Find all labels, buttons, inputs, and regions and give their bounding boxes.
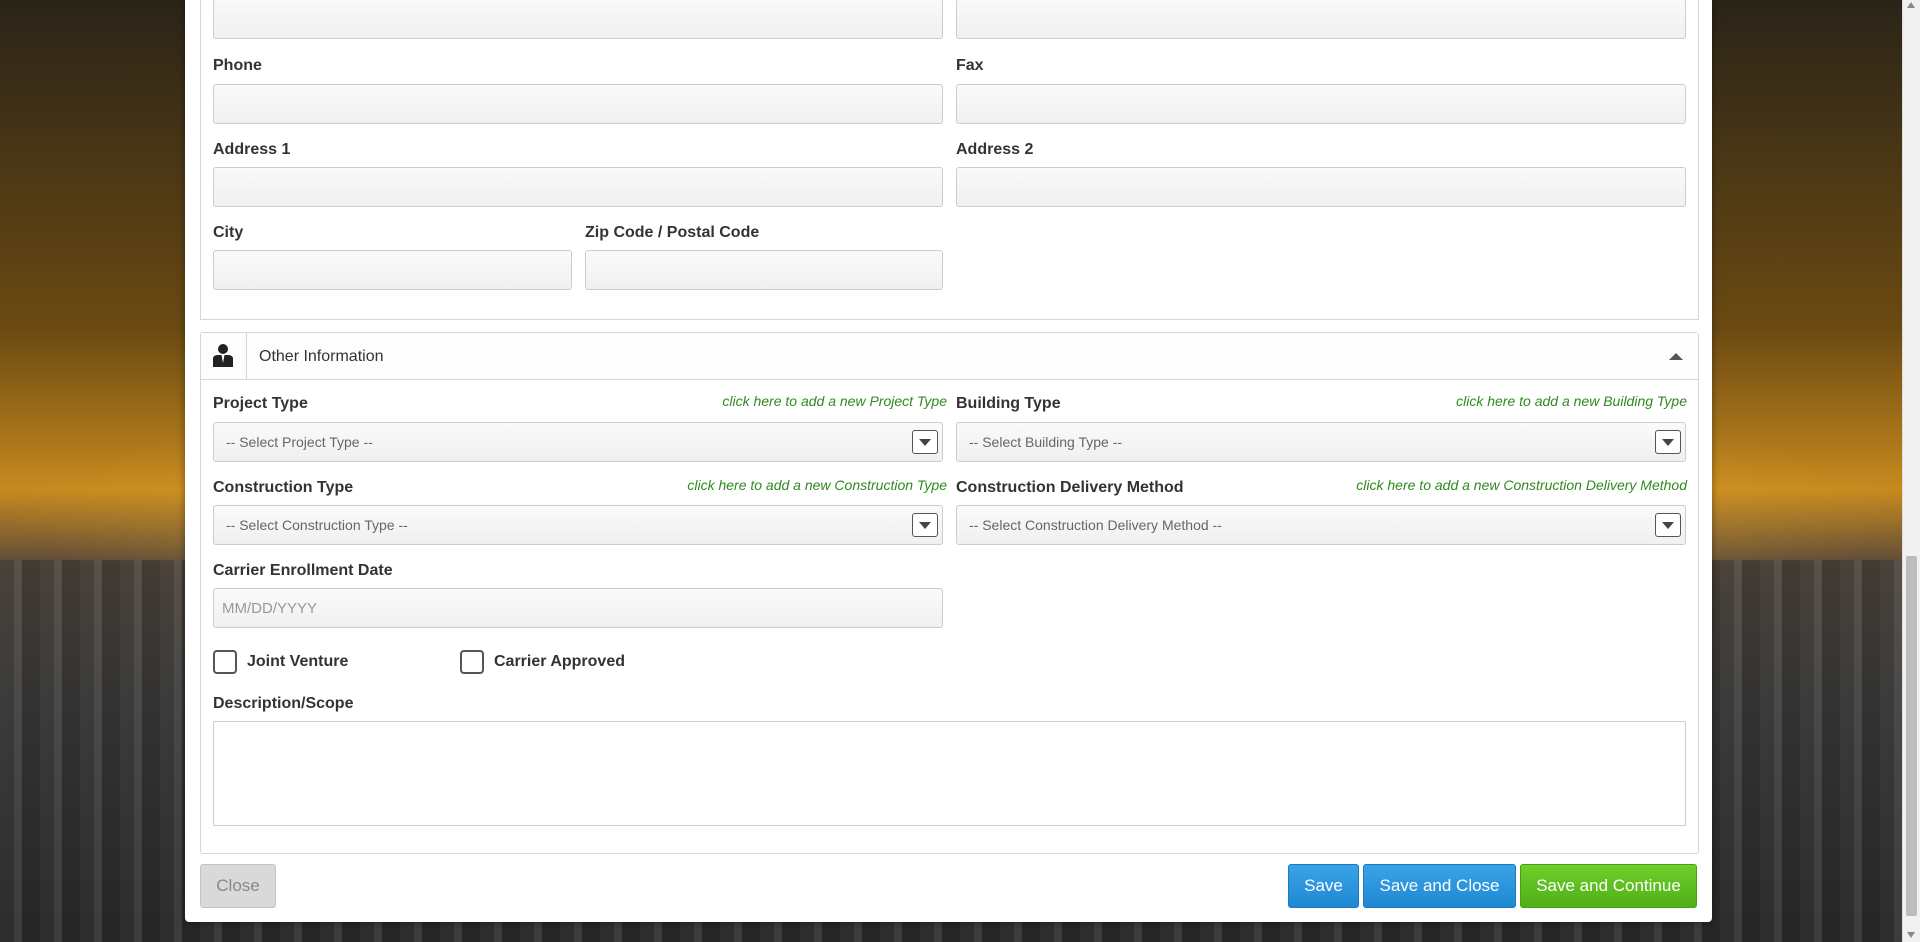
caret-down-icon[interactable]	[1655, 513, 1681, 537]
add-construction-type-link[interactable]: click here to add a new Construction Typ…	[687, 477, 947, 493]
building-type-label: Building Type	[956, 395, 1061, 412]
joint-venture-label: Joint Venture	[247, 653, 349, 670]
address2-label: Address 2	[956, 141, 1034, 158]
city-label: City	[213, 224, 244, 241]
top-left-input[interactable]	[214, 0, 942, 38]
joint-venture-checkbox[interactable]	[213, 650, 237, 674]
delivery-method-select[interactable]: -- Select Construction Delivery Method -…	[956, 505, 1686, 545]
caret-down-icon[interactable]	[912, 430, 938, 454]
caret-down-icon[interactable]	[1655, 430, 1681, 454]
enrollment-date-field[interactable]	[213, 588, 943, 628]
construction-type-select[interactable]: -- Select Construction Type --	[213, 505, 943, 545]
add-project-type-link[interactable]: click here to add a new Project Type	[722, 393, 947, 409]
project-type-label: Project Type	[213, 395, 308, 412]
zip-field[interactable]	[585, 250, 943, 290]
enrollment-date-label: Carrier Enrollment Date	[213, 562, 393, 579]
fax-label: Fax	[956, 57, 984, 74]
save-and-close-button[interactable]: Save and Close	[1363, 864, 1516, 908]
city-input[interactable]	[214, 251, 571, 289]
address1-field[interactable]	[213, 167, 943, 207]
phone-field[interactable]	[213, 84, 943, 124]
page-scrollbar[interactable]	[1902, 0, 1920, 942]
phone-label: Phone	[213, 57, 262, 74]
construction-type-label: Construction Type	[213, 479, 354, 496]
add-building-type-link[interactable]: click here to add a new Building Type	[1456, 393, 1687, 409]
close-button[interactable]: Close	[200, 864, 276, 908]
enrollment-date-input[interactable]	[214, 589, 942, 627]
scroll-down-arrow-icon[interactable]	[1907, 932, 1915, 938]
contact-panel: Phone Fax Address 1 Address 2 City Zip C…	[200, 0, 1699, 320]
caret-down-icon[interactable]	[912, 513, 938, 537]
person-suit-icon	[213, 344, 233, 367]
delivery-method-label: Construction Delivery Method	[956, 479, 1184, 496]
project-type-select[interactable]: -- Select Project Type --	[213, 422, 943, 462]
chevron-up-icon[interactable]	[1669, 353, 1683, 360]
address1-label: Address 1	[213, 141, 291, 158]
section-icon-cell	[201, 333, 247, 379]
project-type-selected: -- Select Project Type --	[226, 434, 373, 450]
building-type-selected: -- Select Building Type --	[969, 434, 1123, 450]
fax-input[interactable]	[957, 85, 1685, 123]
top-right-input[interactable]	[957, 0, 1685, 38]
scroll-thumb[interactable]	[1906, 556, 1917, 916]
address2-input[interactable]	[957, 168, 1685, 206]
construction-type-selected: -- Select Construction Type --	[226, 517, 408, 533]
top-right-field[interactable]	[956, 0, 1686, 39]
carrier-approved-label: Carrier Approved	[494, 653, 625, 670]
other-information-title: Other Information	[259, 348, 384, 365]
carrier-approved-checkbox[interactable]	[460, 650, 484, 674]
building-type-select[interactable]: -- Select Building Type --	[956, 422, 1686, 462]
save-and-continue-button[interactable]: Save and Continue	[1520, 864, 1697, 908]
delivery-method-selected: -- Select Construction Delivery Method -…	[969, 517, 1222, 533]
city-field[interactable]	[213, 250, 572, 290]
other-information-panel: Other Information Project Type click her…	[200, 332, 1699, 854]
add-delivery-method-link[interactable]: click here to add a new Construction Del…	[1356, 477, 1687, 493]
address2-field[interactable]	[956, 167, 1686, 207]
phone-input[interactable]	[214, 85, 942, 123]
fax-field[interactable]	[956, 84, 1686, 124]
project-modal: Phone Fax Address 1 Address 2 City Zip C…	[185, 0, 1712, 922]
description-label: Description/Scope	[213, 695, 354, 712]
zip-input[interactable]	[586, 251, 942, 289]
other-information-header[interactable]: Other Information	[201, 333, 1698, 380]
description-textarea[interactable]	[213, 721, 1686, 826]
top-left-field[interactable]	[213, 0, 943, 39]
save-button[interactable]: Save	[1288, 864, 1359, 908]
scroll-up-arrow-icon[interactable]	[1907, 2, 1915, 8]
zip-label: Zip Code / Postal Code	[585, 224, 760, 241]
address1-input[interactable]	[214, 168, 942, 206]
